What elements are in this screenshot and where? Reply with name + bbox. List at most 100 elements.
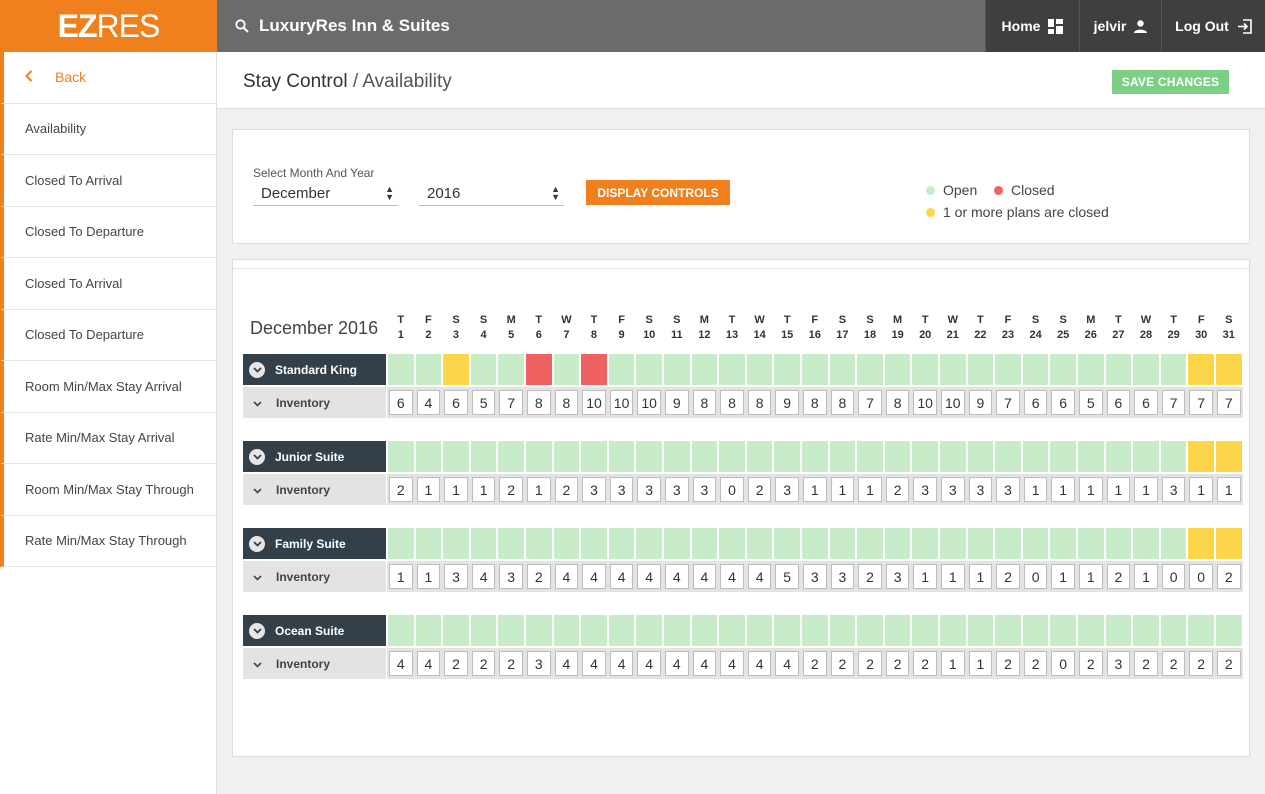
availability-cell[interactable] <box>746 615 773 646</box>
availability-cell[interactable] <box>470 528 497 559</box>
inventory-input[interactable]: 10 <box>637 390 661 415</box>
availability-cell[interactable] <box>1133 528 1159 559</box>
availability-cell[interactable] <box>388 528 414 559</box>
inventory-input[interactable]: 10 <box>582 390 606 415</box>
inventory-input[interactable]: 6 <box>1106 390 1131 415</box>
availability-cell[interactable] <box>1078 354 1104 385</box>
inventory-input[interactable]: 1 <box>1134 564 1158 589</box>
inventory-input[interactable]: 2 <box>885 477 910 502</box>
inventory-input[interactable]: 1 <box>1079 477 1103 502</box>
availability-cell[interactable] <box>719 528 745 559</box>
availability-cell[interactable] <box>498 528 524 559</box>
availability-cell[interactable] <box>1105 615 1132 646</box>
availability-cell[interactable] <box>1050 615 1076 646</box>
inventory-input[interactable]: 2 <box>1217 651 1241 676</box>
logout-button[interactable]: Log Out <box>1161 0 1265 52</box>
year-select[interactable]: 2016 ▲ ▼ <box>419 182 564 206</box>
inventory-input[interactable]: 2 <box>1079 651 1103 676</box>
inventory-input[interactable]: 2 <box>858 564 882 589</box>
availability-cell[interactable] <box>884 528 911 559</box>
availability-cell[interactable] <box>691 441 718 472</box>
inventory-input[interactable]: 1 <box>941 651 965 676</box>
availability-cell[interactable] <box>967 441 994 472</box>
inventory-input[interactable]: 0 <box>1051 651 1075 676</box>
availability-cell[interactable] <box>774 354 800 385</box>
inventory-input[interactable]: 2 <box>499 477 523 502</box>
inventory-input[interactable]: 4 <box>609 651 634 676</box>
availability-cell[interactable] <box>553 441 580 472</box>
availability-cell[interactable] <box>995 354 1021 385</box>
availability-cell[interactable] <box>443 441 469 472</box>
room-row-standard-king[interactable]: Standard King <box>243 354 386 385</box>
availability-cell[interactable] <box>719 354 745 385</box>
inventory-input[interactable]: 8 <box>527 390 551 415</box>
availability-cell[interactable] <box>1078 441 1104 472</box>
availability-cell[interactable] <box>415 354 442 385</box>
availability-cell[interactable] <box>829 615 856 646</box>
inventory-input[interactable]: 9 <box>775 390 799 415</box>
availability-cell[interactable] <box>636 528 662 559</box>
sidebar-item-availability[interactable]: Availability <box>0 103 216 155</box>
availability-cell[interactable] <box>774 615 800 646</box>
availability-cell[interactable] <box>995 615 1021 646</box>
inventory-input[interactable]: 2 <box>471 651 496 676</box>
availability-cell[interactable] <box>415 615 442 646</box>
inventory-input[interactable]: 2 <box>830 651 855 676</box>
availability-cell[interactable] <box>388 354 414 385</box>
inventory-input[interactable]: 2 <box>1189 651 1213 676</box>
inventory-input[interactable]: 7 <box>499 390 523 415</box>
availability-cell[interactable] <box>581 615 607 646</box>
inventory-input[interactable]: 3 <box>913 477 937 502</box>
inventory-input[interactable]: 8 <box>554 390 579 415</box>
inventory-input[interactable]: 8 <box>803 390 827 415</box>
inventory-input[interactable]: 3 <box>527 651 551 676</box>
availability-cell[interactable] <box>691 354 718 385</box>
inventory-input[interactable]: 3 <box>803 564 827 589</box>
inventory-input[interactable]: 10 <box>913 390 937 415</box>
availability-cell[interactable] <box>940 441 966 472</box>
availability-cell[interactable] <box>857 528 883 559</box>
sidebar-item-room-min-max-stay-arrival[interactable]: Room Min/Max Stay Arrival <box>0 361 216 413</box>
inventory-input[interactable]: 1 <box>444 477 468 502</box>
inventory-input[interactable]: 9 <box>665 390 689 415</box>
room-row-family-suite[interactable]: Family Suite <box>243 528 386 559</box>
availability-cell[interactable] <box>1160 354 1187 385</box>
inventory-input[interactable]: 3 <box>1161 477 1186 502</box>
inventory-input[interactable]: 3 <box>499 564 523 589</box>
inventory-input[interactable]: 4 <box>389 651 413 676</box>
sidebar-item-room-min-max-stay-through[interactable]: Room Min/Max Stay Through <box>0 464 216 516</box>
inventory-input[interactable]: 6 <box>389 390 413 415</box>
inventory-input[interactable]: 2 <box>389 477 413 502</box>
user-menu[interactable]: jelvir <box>1079 0 1161 52</box>
inventory-input[interactable]: 1 <box>527 477 551 502</box>
inventory-input[interactable]: 7 <box>1189 390 1213 415</box>
availability-cell[interactable] <box>443 354 469 385</box>
inventory-input[interactable]: 6 <box>1134 390 1158 415</box>
availability-cell[interactable] <box>1188 528 1214 559</box>
inventory-input[interactable]: 4 <box>582 651 606 676</box>
inventory-input[interactable]: 3 <box>1106 651 1131 676</box>
inventory-input[interactable]: 4 <box>692 564 717 589</box>
availability-cell[interactable] <box>802 441 828 472</box>
availability-cell[interactable] <box>526 615 552 646</box>
month-select[interactable]: December ▲ ▼ <box>253 182 398 206</box>
availability-cell[interactable] <box>1022 354 1049 385</box>
inventory-input[interactable]: 7 <box>996 390 1020 415</box>
inventory-input[interactable]: 0 <box>1189 564 1213 589</box>
inventory-input[interactable]: 1 <box>1134 477 1158 502</box>
inventory-input[interactable]: 2 <box>858 651 882 676</box>
inventory-input[interactable]: 8 <box>747 390 772 415</box>
inventory-input[interactable]: 3 <box>996 477 1020 502</box>
inventory-input[interactable]: 1 <box>968 651 993 676</box>
inventory-input[interactable]: 0 <box>1023 564 1048 589</box>
inventory-input[interactable]: 7 <box>1161 390 1186 415</box>
inventory-input[interactable]: 3 <box>775 477 799 502</box>
inventory-input[interactable]: 2 <box>527 564 551 589</box>
availability-cell[interactable] <box>719 615 745 646</box>
availability-cell[interactable] <box>829 441 856 472</box>
sidebar-item-closed-to-arrival[interactable]: Closed To Arrival <box>0 155 216 207</box>
inventory-input[interactable]: 0 <box>720 477 744 502</box>
inventory-input[interactable]: 6 <box>1023 390 1048 415</box>
sidebar-back[interactable]: Back <box>0 52 216 104</box>
availability-cell[interactable] <box>526 354 552 385</box>
